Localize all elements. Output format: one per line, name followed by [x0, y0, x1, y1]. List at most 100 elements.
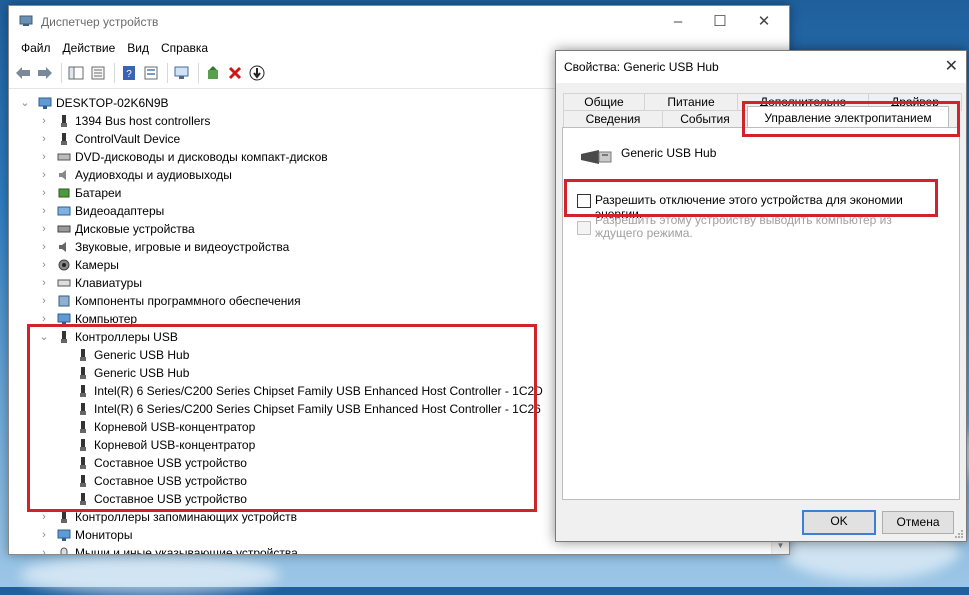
tree-item-label: Мониторы	[75, 528, 133, 542]
tree-category[interactable]: › Батареи	[42, 184, 122, 202]
tree-root[interactable]: ⌄ DESKTOP-02K6N9B	[20, 94, 168, 112]
tree-item-label: Аудиовходы и аудиовыходы	[75, 168, 232, 182]
dialog-title-bar: Свойства: Generic USB Hub ✕	[556, 51, 966, 83]
usb-icon	[80, 439, 86, 451]
tree-item-label: Батареи	[75, 186, 122, 200]
expand-chevron-icon[interactable]: ›	[38, 238, 50, 256]
controlvault-icon	[61, 133, 67, 145]
expand-chevron-icon[interactable]: ›	[38, 310, 50, 328]
tab-general[interactable]: Общие	[563, 93, 645, 111]
tree-item-label: Компоненты программного обеспечения	[75, 294, 301, 308]
expand-chevron-icon[interactable]: ›	[38, 274, 50, 292]
tab-power-management[interactable]: Управление электропитанием	[747, 106, 949, 129]
help-button[interactable]: ?	[119, 63, 139, 83]
usb-device-item[interactable]: Корневой USB-концентратор	[80, 436, 255, 454]
allow-wake-checkbox	[577, 221, 591, 235]
usb-device-item[interactable]: Составное USB устройство	[80, 454, 247, 472]
expand-chevron-icon[interactable]: ›	[38, 526, 50, 544]
expand-chevron-icon[interactable]: ›	[38, 508, 50, 526]
battery-icon	[58, 188, 70, 198]
tree-category[interactable]: › Компьютер	[42, 310, 138, 328]
expand-chevron-icon[interactable]: ›	[38, 166, 50, 184]
collapse-chevron-icon[interactable]: ⌄	[38, 328, 50, 346]
usb-device-item[interactable]: Generic USB Hub	[80, 364, 190, 382]
forward-button[interactable]	[35, 63, 55, 83]
toolbar-separator	[114, 63, 115, 83]
show-hide-tree-button[interactable]	[66, 63, 86, 83]
expand-chevron-icon[interactable]: ›	[38, 184, 50, 202]
tree-category[interactable]: › Аудиовходы и аудиовыходы	[42, 166, 232, 184]
usb-device-item[interactable]: Составное USB устройство	[80, 472, 247, 490]
usb-icon	[80, 403, 86, 415]
expand-chevron-icon[interactable]: ›	[38, 130, 50, 148]
update-driver-button[interactable]	[203, 63, 223, 83]
tree-item-label: Generic USB Hub	[94, 366, 190, 380]
menu-view[interactable]: Вид	[121, 41, 155, 55]
sound-icon	[59, 242, 66, 252]
view-button[interactable]	[141, 63, 161, 83]
expand-chevron-icon[interactable]: ›	[38, 256, 50, 274]
expand-chevron-icon[interactable]: ›	[38, 148, 50, 166]
expand-chevron-icon[interactable]: ›	[38, 112, 50, 130]
cancel-button[interactable]: Отмена	[882, 511, 954, 534]
dvd-drive-icon	[57, 153, 71, 161]
disable-device-button[interactable]	[247, 63, 267, 83]
monitor-scan-icon	[174, 66, 189, 79]
red-x-icon	[228, 66, 242, 80]
tree-category[interactable]: › Дисковые устройства	[42, 220, 195, 238]
back-button[interactable]	[13, 63, 33, 83]
tree-item-label: Клавиатуры	[75, 276, 142, 290]
expand-chevron-icon[interactable]: ›	[38, 220, 50, 238]
uninstall-device-button[interactable]	[225, 63, 245, 83]
menu-help[interactable]: Справка	[155, 41, 214, 55]
tree-category[interactable]: › ControlVault Device	[42, 130, 180, 148]
tree-category[interactable]: › Мыши и иные указывающие устройства	[42, 544, 298, 554]
storage-controller-icon	[61, 511, 67, 523]
tab-events[interactable]: События	[662, 110, 748, 128]
usb-device-item[interactable]: Intel(R) 6 Series/C200 Series Chipset Fa…	[80, 382, 543, 400]
tab-power[interactable]: Питание	[644, 93, 738, 111]
usb-device-item[interactable]: Generic USB Hub	[80, 346, 189, 364]
tree-item-label: Контроллеры запоминающих устройств	[75, 510, 297, 524]
usb-device-item[interactable]: Корневой USB-концентратор	[80, 418, 255, 436]
tree-category[interactable]: › Видеоадаптеры	[42, 202, 164, 220]
menu-file[interactable]: Файл	[15, 41, 57, 55]
tree-category[interactable]: › Камеры	[42, 256, 119, 274]
tree-item-label: DVD-дисководы и дисководы компакт-дисков	[75, 150, 328, 164]
tree-item-label: Компьютер	[75, 312, 138, 326]
close-button[interactable]: ✕	[745, 10, 783, 34]
tree-category[interactable]: › Звуковые, игровые и видеоустройства	[42, 238, 289, 256]
view-list-icon	[144, 66, 158, 80]
arrow-right-icon	[38, 67, 52, 79]
minimize-button[interactable]: –	[659, 10, 697, 34]
dialog-close-button[interactable]: ✕	[945, 56, 958, 76]
tree-category[interactable]: › Мониторы	[42, 526, 133, 544]
usb-icon	[80, 493, 86, 505]
usb-device-item[interactable]: Составное USB устройство	[80, 490, 247, 508]
ok-button[interactable]: OK	[802, 510, 876, 535]
console-tree-icon	[68, 66, 84, 80]
tab-details[interactable]: Сведения	[563, 110, 663, 128]
menu-action[interactable]: Действие	[57, 41, 122, 55]
usb-icon	[80, 349, 86, 361]
tree-category[interactable]: › Компоненты программного обеспечения	[42, 292, 301, 310]
device-manager-icon	[19, 15, 33, 26]
window-title: Диспетчер устройств	[41, 15, 159, 29]
tree-category[interactable]: ⌄ Контроллеры USB	[39, 328, 177, 346]
software-component-icon	[58, 295, 70, 307]
maximize-button[interactable]: ☐	[701, 10, 739, 34]
usb-device-item[interactable]: Intel(R) 6 Series/C200 Series Chipset Fa…	[80, 400, 541, 418]
resize-grip-icon[interactable]	[954, 529, 964, 539]
tree-category[interactable]: › Контроллеры запоминающих устройств	[42, 508, 297, 526]
allow-power-off-checkbox[interactable]	[577, 194, 591, 208]
tree-category[interactable]: › DVD-дисководы и дисководы компакт-диско…	[42, 148, 328, 166]
usb-icon	[80, 367, 86, 379]
expand-chevron-icon[interactable]: ›	[38, 544, 50, 554]
tree-category[interactable]: › Клавиатуры	[42, 274, 142, 292]
scan-hardware-button[interactable]	[172, 63, 192, 83]
properties-button[interactable]	[88, 63, 108, 83]
expand-chevron-icon[interactable]: ›	[38, 292, 50, 310]
expand-chevron-icon[interactable]: ›	[38, 202, 50, 220]
tree-category[interactable]: › 1394 Bus host controllers	[42, 112, 210, 130]
collapse-chevron-icon[interactable]: ⌄	[19, 94, 31, 112]
